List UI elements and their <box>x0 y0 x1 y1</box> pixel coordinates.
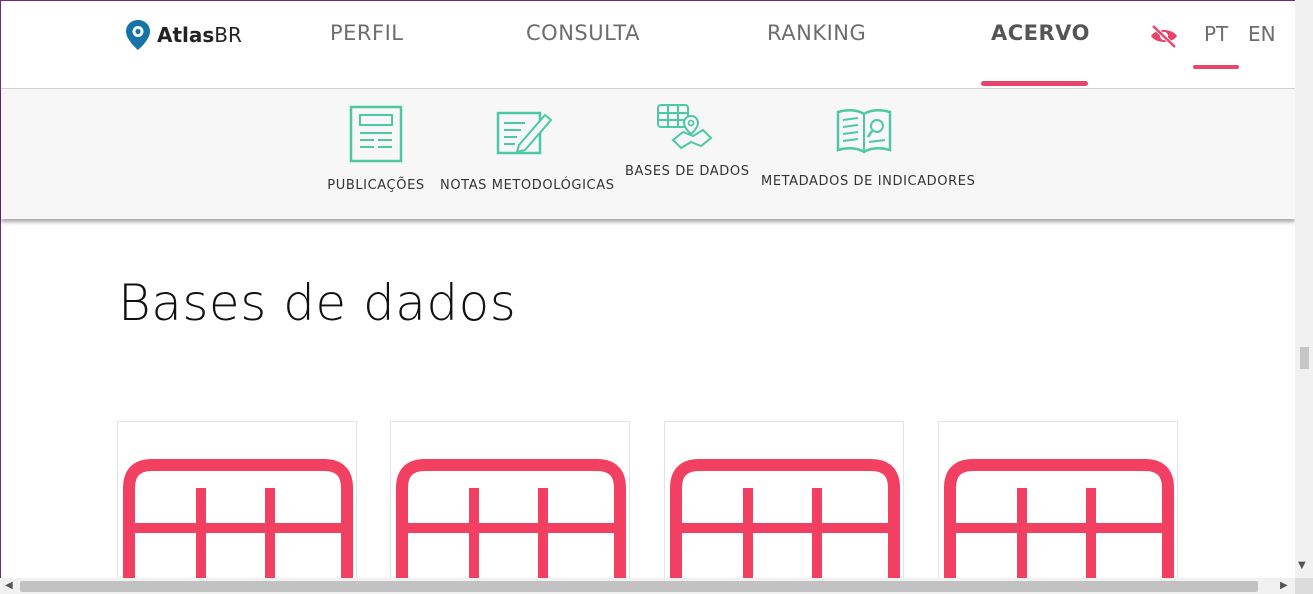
submenu-label: METADADOS DE INDICADORES <box>761 174 976 189</box>
database-card[interactable] <box>938 421 1178 592</box>
scrollbar-corner <box>1295 578 1313 594</box>
submenu-label: BASES DE DADOS <box>625 164 750 179</box>
nav-consulta[interactable]: CONSULTA <box>526 21 640 45</box>
submenu-label: PUBLICAÇÕES <box>327 178 425 193</box>
lang-pt[interactable]: PT <box>1204 22 1228 46</box>
eye-slash-icon[interactable] <box>1149 23 1179 49</box>
table-icon <box>123 459 353 592</box>
acervo-submenu: PUBLICAÇÕES NOTAS METODOLÓGICAS BASES DE… <box>1 89 1295 219</box>
vertical-scrollbar[interactable] <box>1295 0 1313 578</box>
logo[interactable]: AtlasBR <box>125 19 242 51</box>
database-card[interactable] <box>390 421 630 592</box>
top-navbar: AtlasBR PERFIL CONSULTA RANKING ACERVO P… <box>1 1 1295 89</box>
page-title: Bases de dados <box>118 274 517 332</box>
notes-pencil-icon <box>496 111 553 155</box>
vertical-scroll-thumb[interactable] <box>1300 347 1309 369</box>
scroll-down-arrow-icon[interactable]: ▼ <box>1298 560 1306 571</box>
nav-perfil[interactable]: PERFIL <box>330 21 404 45</box>
submenu-bases-de-dados[interactable]: BASES DE DADOS <box>625 102 750 179</box>
scroll-right-arrow-icon[interactable]: ▶ <box>1280 580 1288 591</box>
scroll-left-arrow-icon[interactable]: ◀ <box>5 580 13 591</box>
database-card[interactable] <box>117 421 357 592</box>
table-icon <box>944 459 1174 592</box>
submenu-metadados[interactable]: METADADOS DE INDICADORES <box>761 106 976 189</box>
table-map-icon <box>657 104 713 150</box>
map-pin-icon <box>126 20 150 50</box>
table-icon <box>670 459 900 592</box>
submenu-notas-metodologicas[interactable]: NOTAS METODOLÓGICAS <box>440 109 615 193</box>
database-card[interactable] <box>664 421 904 592</box>
book-search-icon <box>836 109 892 154</box>
horizontal-scroll-thumb[interactable] <box>20 581 1258 592</box>
nav-active-indicator <box>981 81 1088 86</box>
nav-ranking[interactable]: RANKING <box>767 21 866 45</box>
logo-text: AtlasBR <box>157 23 242 47</box>
table-icon <box>396 459 626 592</box>
lang-en[interactable]: EN <box>1248 22 1276 46</box>
submenu-publicacoes[interactable]: PUBLICAÇÕES <box>327 104 425 193</box>
nav-acervo[interactable]: ACERVO <box>991 21 1090 45</box>
document-icon <box>349 105 403 163</box>
submenu-label: NOTAS METODOLÓGICAS <box>440 178 615 193</box>
lang-active-indicator <box>1193 65 1239 69</box>
